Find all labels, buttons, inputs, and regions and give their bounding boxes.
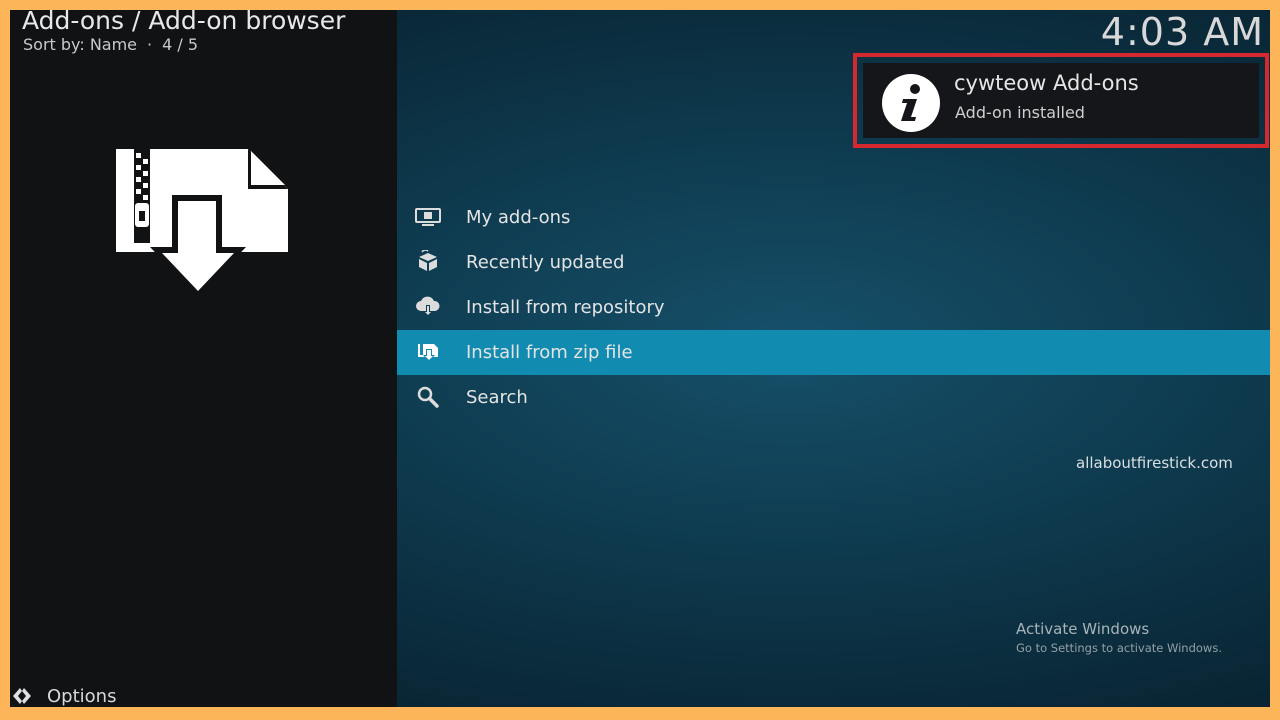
cloud-download-icon <box>415 296 441 318</box>
activate-title: Activate Windows <box>1016 620 1150 638</box>
notification-subtitle: Add-on installed <box>955 103 1085 122</box>
site-watermark: allaboutfirestick.com <box>1076 454 1233 472</box>
left-panel: Add-ons / Add-on browser Sort by: Name · 4… <box>10 10 397 707</box>
notification-toast: cywteow Add-ons Add-on installed <box>853 53 1269 148</box>
breadcrumb: Add-ons / Add-on browser <box>22 10 346 35</box>
menu-item-install-from-repository[interactable]: Install from repository <box>397 285 1270 330</box>
kodi-window: Add-ons / Add-on browser Sort by: Name · 4… <box>10 10 1270 707</box>
clock: 4:03 AM <box>1100 10 1264 54</box>
menu-item-install-from-zip[interactable]: Install from zip file <box>397 330 1270 375</box>
activate-subtitle: Go to Settings to activate Windows. <box>1016 641 1222 655</box>
menu-item-label: Search <box>466 387 528 408</box>
search-icon <box>415 386 441 408</box>
item-position: 4 / 5 <box>162 35 199 54</box>
box-refresh-icon <box>415 250 441 273</box>
menu-item-label: Install from repository <box>466 297 665 318</box>
sort-info: Sort by: Name · 4 / 5 <box>23 35 199 54</box>
monitor-box-icon <box>415 206 441 228</box>
sort-label: Sort by: Name <box>23 35 138 54</box>
options-label: Options <box>47 685 117 707</box>
menu-item-my-addons[interactable]: My add-ons <box>397 195 1270 240</box>
info-icon <box>882 74 940 132</box>
notification-title: cywteow Add-ons <box>954 71 1139 95</box>
addon-menu: My add-ons Recently updated Install from… <box>397 195 1270 420</box>
menu-item-search[interactable]: Search <box>397 375 1270 420</box>
activate-windows-notice: Activate Windows Go to Settings to activ… <box>1016 620 1222 655</box>
menu-item-recently-updated[interactable]: Recently updated <box>397 240 1270 285</box>
options-button[interactable]: Options <box>10 685 116 707</box>
menu-item-label: Install from zip file <box>466 342 633 363</box>
zip-install-icon <box>415 341 441 363</box>
menu-item-label: My add-ons <box>466 207 571 228</box>
options-gear-icon <box>10 685 34 707</box>
menu-item-label: Recently updated <box>466 252 625 273</box>
zip-download-icon <box>116 149 288 297</box>
